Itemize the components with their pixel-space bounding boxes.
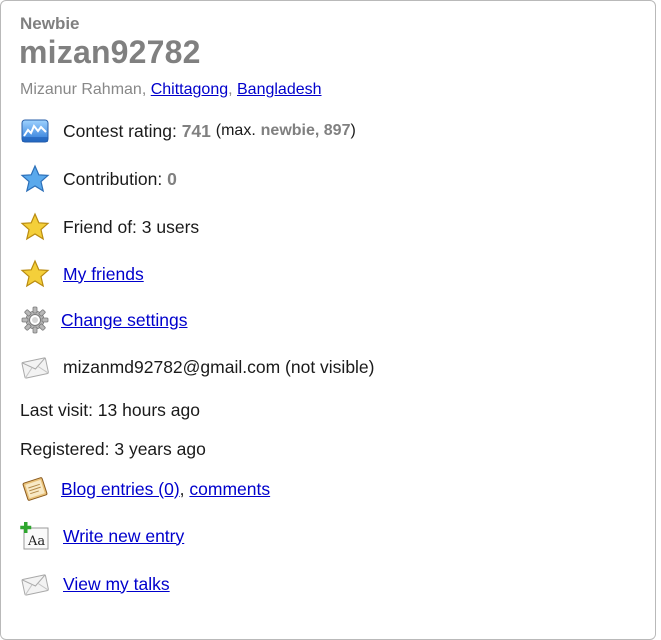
city-link[interactable]: Chittagong — [151, 81, 228, 98]
registered-date: Registered: 3 years ago — [20, 439, 206, 459]
contribution-value: 0 — [167, 168, 177, 189]
my-friends-row: My friends — [19, 258, 144, 290]
email-row: mizanmd92782@gmail.com (not visible) — [19, 351, 375, 383]
change-settings-row: Change settings — [19, 304, 187, 336]
envelope-icon — [19, 351, 51, 383]
user-location: Mizanur Rahman, Chittagong, Bangladesh — [20, 81, 322, 98]
envelope-icon — [19, 568, 51, 600]
comments-link[interactable]: comments — [189, 479, 270, 500]
blog-row: Blog entries (0), comments — [19, 473, 270, 505]
new-entry-icon: Aa — [19, 520, 51, 552]
friend-of-row: Friend of: 3 users — [19, 211, 199, 243]
user-handle: mizan92782 — [19, 34, 201, 70]
email-text: mizanmd92782@gmail.com (not visible) — [63, 356, 375, 377]
my-friends-link[interactable]: My friends — [63, 264, 144, 285]
view-my-talks-link[interactable]: View my talks — [63, 574, 170, 595]
write-entry-row: Aa Write new entry — [19, 520, 184, 552]
blue-star-icon — [19, 163, 51, 195]
blog-entries-link[interactable]: Blog entries (0) — [61, 479, 180, 500]
write-new-entry-link[interactable]: Write new entry — [63, 526, 184, 547]
user-full-name: Mizanur Rahman — [20, 81, 142, 98]
user-rank: Newbie — [20, 14, 80, 33]
max-rating-suffix: ) — [350, 122, 356, 139]
gear-icon — [19, 304, 51, 336]
rating-chart-icon — [19, 115, 51, 147]
contest-rating-value: 741 — [181, 120, 211, 141]
profile-card: Newbie mizan92782 Mizanur Rahman, Chitta… — [0, 0, 656, 640]
friend-of-text: Friend of: 3 users — [63, 216, 200, 237]
comma-separator: , — [179, 478, 190, 499]
blog-notepad-icon — [19, 473, 51, 505]
talks-row: View my talks — [19, 568, 170, 600]
max-rating-prefix: (max. — [215, 122, 256, 139]
country-link[interactable]: Bangladesh — [237, 81, 322, 98]
contribution-label: Contribution: — [63, 168, 163, 189]
last-visit: Last visit: 13 hours ago — [20, 400, 200, 420]
gold-star-icon — [19, 211, 51, 243]
contest-rating-row: Contest rating: 741 (max. newbie, 897) — [19, 115, 356, 147]
contest-rating-label: Contest rating: — [63, 120, 177, 141]
gold-star-icon — [19, 258, 51, 290]
contribution-row: Contribution: 0 — [19, 163, 177, 195]
max-rating-value: newbie, 897 — [260, 122, 351, 139]
svg-text:Aa: Aa — [27, 534, 45, 549]
change-settings-link[interactable]: Change settings — [61, 310, 187, 331]
